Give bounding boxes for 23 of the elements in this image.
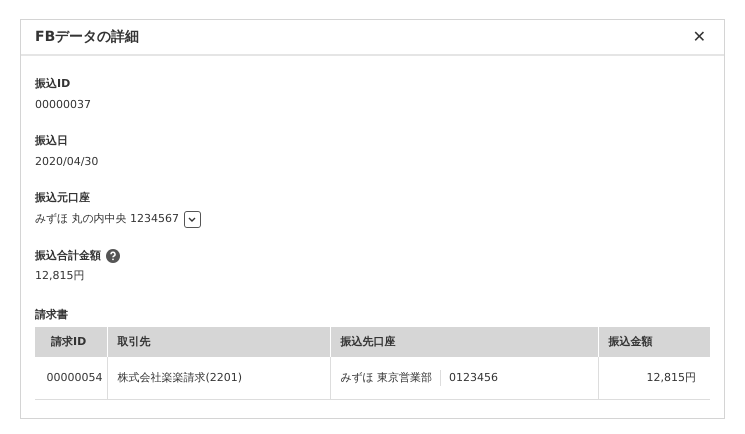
chevron-down-icon (188, 216, 196, 222)
field-label: 振込日 (35, 133, 68, 149)
section-label: 請求書 (35, 306, 69, 322)
field-value: 2020/04/30 (35, 154, 98, 170)
bank-branch: みずほ 東京営業部 (340, 370, 441, 386)
field-label: 振込ID (35, 76, 70, 92)
account-number: 0123456 (448, 370, 498, 386)
table-cell: 株式会社楽楽請求(2201) (107, 357, 330, 399)
column-header: 請求ID (35, 327, 107, 357)
dialog-title: FBデータの詳細 (35, 28, 140, 46)
field-value: 12,815円 (35, 268, 84, 284)
table-cell: 00000054 (35, 357, 107, 399)
field-value: みずほ 丸の内中央 1234567 (35, 210, 179, 227)
help-icon[interactable] (106, 248, 120, 263)
column-header: 振込先口座 (330, 327, 598, 357)
table-cell: 12,815円 (598, 357, 710, 399)
close-button[interactable]: ✕ (688, 29, 710, 45)
field-label: 振込元口座 (35, 190, 90, 206)
column-header: 振込金額 (598, 327, 710, 357)
dropdown-button[interactable] (184, 210, 201, 228)
field-value: 00000037 (35, 96, 91, 112)
column-header: 取引先 (107, 327, 330, 357)
field-label: 振込合計金額 (35, 248, 101, 264)
